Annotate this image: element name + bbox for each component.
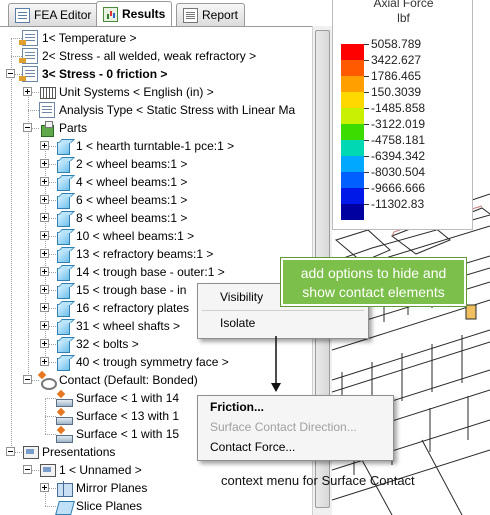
tab-label: Results [122, 7, 166, 21]
results-icon [103, 6, 118, 22]
tab-results[interactable]: Results [96, 1, 173, 26]
caption: context menu for Surface Contact [221, 473, 415, 488]
callout-arrow [271, 336, 281, 392]
